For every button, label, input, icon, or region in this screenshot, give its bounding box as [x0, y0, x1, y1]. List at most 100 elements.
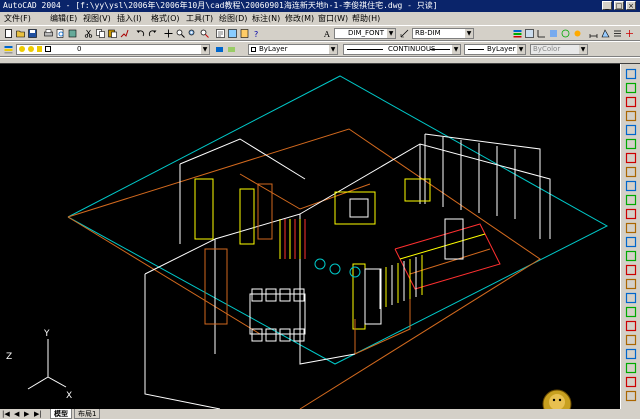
close-button[interactable]: × [626, 1, 636, 10]
design-center-icon[interactable] [227, 28, 238, 39]
linetype-dropdown[interactable]: CONTINUOUS ▼ [343, 44, 461, 55]
menu-dimension[interactable]: 标注(N) [252, 12, 280, 25]
linetype-sample-right [430, 49, 450, 50]
match-properties-icon[interactable] [119, 28, 130, 39]
extend-icon[interactable] [625, 208, 637, 220]
print-preview-icon[interactable] [55, 28, 66, 39]
layer-value: 0 [77, 45, 82, 53]
text-icon[interactable] [625, 390, 637, 402]
zoom-realtime-icon[interactable] [175, 28, 186, 39]
layer-on-icon [19, 46, 25, 52]
chamfer-icon[interactable] [625, 236, 637, 248]
array-icon[interactable] [625, 124, 637, 136]
offset-icon[interactable] [625, 110, 637, 122]
join-icon[interactable] [625, 278, 637, 290]
3d-orbit-icon[interactable] [560, 28, 571, 39]
copy-object-icon[interactable] [625, 82, 637, 94]
layer-manager-icon[interactable] [512, 28, 523, 39]
ucs-x-label: X [66, 391, 72, 401]
menu-file[interactable]: 文件(F) [4, 12, 31, 25]
hatch-icon[interactable] [625, 320, 637, 332]
new-icon[interactable] [3, 28, 14, 39]
scale-icon[interactable] [625, 166, 637, 178]
align-icon[interactable] [625, 306, 637, 318]
fillet-icon[interactable] [625, 250, 637, 262]
dim-style-icon[interactable] [399, 28, 410, 39]
stretch-icon[interactable] [625, 180, 637, 192]
layer-freeze-icon [28, 46, 34, 52]
ucs-z-label: Z [6, 352, 12, 362]
color-dropdown[interactable]: ByLayer ▼ [248, 44, 338, 55]
make-object-layer-current-icon[interactable] [214, 44, 225, 55]
tab-nav-last-icon[interactable]: ▶| [34, 410, 42, 418]
tab-layout1[interactable]: 布局1 [74, 409, 101, 419]
menu-insert[interactable]: 插入(I) [117, 12, 142, 25]
menu-help[interactable]: 帮助(H) [352, 12, 380, 25]
window-title: AutoCAD 2004 - [f:\yy\ysl\2006年\2006年10月… [3, 1, 438, 10]
pan-icon[interactable] [163, 28, 174, 39]
help-icon[interactable]: ? [251, 28, 262, 39]
region-icon[interactable] [625, 334, 637, 346]
view-icon[interactable] [524, 28, 535, 39]
menu-draw[interactable]: 绘图(D) [219, 12, 247, 25]
move-icon[interactable] [625, 138, 637, 150]
menu-modify[interactable]: 修改(M) [285, 12, 314, 25]
open-icon[interactable] [15, 28, 26, 39]
block-icon[interactable] [625, 348, 637, 360]
minimize-button[interactable]: _ [602, 1, 612, 10]
svg-text:A: A [323, 30, 330, 38]
color-value: ByLayer [259, 45, 288, 53]
explode-icon[interactable] [625, 264, 637, 276]
tab-nav-first-icon[interactable]: |◀ [2, 410, 10, 418]
id-point-icon[interactable] [624, 28, 635, 39]
menu-view[interactable]: 视图(V) [83, 12, 111, 25]
text-style-icon[interactable]: A [322, 28, 333, 39]
menu-window[interactable]: 窗口(W) [318, 12, 348, 25]
zoom-previous-icon[interactable] [199, 28, 210, 39]
maximize-button[interactable]: □ [614, 1, 624, 10]
lineweight-dropdown[interactable]: ByLayer ▼ [464, 44, 526, 55]
paste-icon[interactable] [107, 28, 118, 39]
plotstyle-dropdown[interactable]: ByColor ▼ [530, 44, 588, 55]
properties-icon[interactable] [215, 28, 226, 39]
drawing-canvas[interactable]: Y Z X [0, 64, 620, 409]
zoom-window-icon[interactable] [187, 28, 198, 39]
menu-tools[interactable]: 工具(T) [186, 12, 213, 25]
lengthen-icon[interactable] [625, 292, 637, 304]
copy-icon[interactable] [95, 28, 106, 39]
save-icon[interactable] [27, 28, 38, 39]
cut-icon[interactable] [83, 28, 94, 39]
erase-icon[interactable] [625, 68, 637, 80]
dim-style-dropdown[interactable]: RB-DIM ▼ [412, 28, 474, 39]
tab-model[interactable]: 模型 [50, 409, 72, 419]
modify-toolbar [620, 64, 640, 409]
redo-icon[interactable] [147, 28, 158, 39]
trim-icon[interactable] [625, 194, 637, 206]
publish-icon[interactable] [67, 28, 78, 39]
area-icon[interactable] [600, 28, 611, 39]
menu-bar: 文件(F) 编辑(E) 视图(V) 插入(I) 格式(O) 工具(T) 绘图(D… [0, 12, 640, 25]
layer-dropdown[interactable]: 0 ▼ [16, 44, 210, 55]
menu-edit[interactable]: 编辑(E) [50, 12, 77, 25]
tool-palettes-icon[interactable] [239, 28, 250, 39]
tab-nav-next-icon[interactable]: ▶ [24, 410, 29, 418]
point-icon[interactable] [625, 376, 637, 388]
rotate-icon[interactable] [625, 152, 637, 164]
render-icon[interactable] [572, 28, 583, 39]
menu-format[interactable]: 格式(O) [151, 12, 180, 25]
tab-nav-prev-icon[interactable]: ◀ [14, 410, 19, 418]
mirror-icon[interactable] [625, 96, 637, 108]
layer-previous-icon[interactable] [226, 44, 237, 55]
layers-toolbar: 0 ▼ ByLayer ▼ CONTINUOUS ▼ ByLayer ▼ ByCol… [0, 41, 640, 57]
undo-icon[interactable] [135, 28, 146, 39]
list-icon[interactable] [612, 28, 623, 39]
ucs-icon[interactable] [536, 28, 547, 39]
layer-properties-icon[interactable] [3, 44, 14, 55]
shade-icon[interactable] [548, 28, 559, 39]
insert-icon[interactable] [625, 362, 637, 374]
print-icon[interactable] [43, 28, 54, 39]
dim-style-value: RB-DIM [415, 29, 441, 37]
dist-icon[interactable] [588, 28, 599, 39]
break-icon[interactable] [625, 222, 637, 234]
text-style-dropdown[interactable]: DIM_FONT ▼ [334, 28, 396, 39]
